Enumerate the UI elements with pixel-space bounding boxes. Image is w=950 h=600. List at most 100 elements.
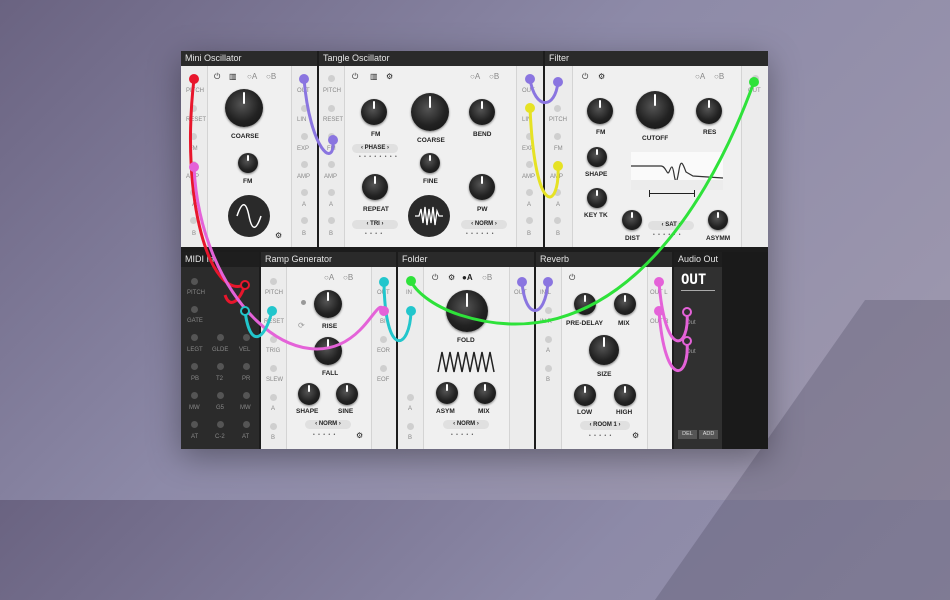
dist-knob[interactable]: [622, 210, 642, 230]
ab-a-selector[interactable]: ○A: [324, 273, 334, 282]
power-icon[interactable]: ⏻: [352, 72, 358, 82]
exp-jack[interactable]: [526, 133, 533, 140]
amp-jack[interactable]: [190, 161, 197, 168]
keyboard-icon[interactable]: ▥: [229, 72, 237, 81]
sat-selector[interactable]: ‹ SAT ›: [648, 221, 694, 230]
delete-button[interactable]: DEL: [678, 430, 697, 439]
eof-jack[interactable]: [380, 365, 387, 372]
fm-jack[interactable]: [190, 133, 197, 140]
b-jack[interactable]: [190, 217, 197, 224]
a-jack[interactable]: [328, 189, 335, 196]
pitch-out-jack[interactable]: [191, 278, 198, 285]
repeat-knob[interactable]: [362, 174, 388, 200]
mix-knob[interactable]: [474, 382, 496, 404]
a-jack[interactable]: [407, 394, 414, 401]
settings-gear-icon[interactable]: ⚙: [386, 72, 393, 81]
out-jack[interactable]: [518, 278, 525, 285]
bi-jack[interactable]: [380, 307, 387, 314]
in-jack[interactable]: [407, 278, 414, 285]
high-knob[interactable]: [614, 384, 636, 406]
b-jack[interactable]: [301, 217, 308, 224]
ab-a-selector[interactable]: ○A: [470, 72, 480, 81]
b-jack[interactable]: [328, 217, 335, 224]
b-jack[interactable]: [554, 217, 561, 224]
b-jack[interactable]: [526, 217, 533, 224]
rise-knob[interactable]: [314, 290, 342, 318]
c2-out-jack[interactable]: [217, 421, 224, 428]
a-jack[interactable]: [526, 189, 533, 196]
phase-selector[interactable]: ‹ PHASE ›: [352, 144, 398, 153]
lin-jack[interactable]: [301, 105, 308, 112]
a-jack[interactable]: [301, 189, 308, 196]
size-knob[interactable]: [589, 335, 619, 365]
add-button[interactable]: ADD: [699, 430, 718, 439]
cutoff-knob[interactable]: [636, 91, 674, 129]
pitch-jack[interactable]: [270, 278, 277, 285]
loop-icon[interactable]: ⟳: [298, 321, 305, 330]
fine-knob[interactable]: [420, 153, 440, 173]
reset-jack[interactable]: [190, 105, 197, 112]
settings-gear-icon[interactable]: ⚙: [356, 431, 363, 440]
pw-knob[interactable]: [469, 174, 495, 200]
mw2-out-jack[interactable]: [243, 392, 250, 399]
asym-knob[interactable]: [436, 382, 458, 404]
eor-jack[interactable]: [380, 336, 387, 343]
ab-b-selector[interactable]: ○B: [482, 273, 492, 282]
fm-knob[interactable]: [238, 153, 258, 173]
fm-jack[interactable]: [554, 133, 561, 140]
exp-jack[interactable]: [301, 133, 308, 140]
fold-knob[interactable]: [446, 290, 488, 332]
shape-knob[interactable]: [298, 383, 320, 405]
ab-b-selector[interactable]: ○B: [266, 72, 276, 81]
mode-selector[interactable]: ‹ NORM ›: [443, 420, 489, 429]
lin-jack[interactable]: [526, 105, 533, 112]
amp-jack[interactable]: [554, 161, 561, 168]
in-r-jack[interactable]: [545, 307, 552, 314]
ab-b-selector[interactable]: ○B: [343, 273, 353, 282]
reset-jack[interactable]: [328, 105, 335, 112]
power-icon[interactable]: ⏻: [582, 72, 588, 82]
out-left-jack[interactable]: [684, 309, 691, 316]
filter-range-left-handle[interactable]: [649, 190, 650, 197]
b-jack[interactable]: [270, 423, 277, 430]
out-r-jack[interactable]: [656, 307, 663, 314]
key-tk-knob[interactable]: [587, 188, 607, 208]
settings-gear-icon[interactable]: ⚙: [448, 273, 455, 282]
reset-jack[interactable]: [270, 307, 277, 314]
settings-gear-icon[interactable]: ⚙: [598, 72, 605, 81]
bend-knob[interactable]: [469, 99, 495, 125]
shape-knob[interactable]: [587, 147, 607, 167]
mode-selector[interactable]: ‹ NORM ›: [461, 220, 507, 229]
fm-knob[interactable]: [361, 99, 387, 125]
trig-jack[interactable]: [270, 336, 277, 343]
settings-gear-icon[interactable]: ⚙: [275, 231, 282, 240]
legato-out-jack[interactable]: [191, 334, 198, 341]
filter-range-bar[interactable]: [649, 193, 695, 194]
coarse-knob[interactable]: [411, 93, 449, 131]
gate-out-jack[interactable]: [191, 306, 198, 313]
mw-out-jack[interactable]: [191, 392, 198, 399]
power-icon[interactable]: ⏻: [569, 273, 575, 283]
out-right-jack[interactable]: [684, 338, 691, 345]
in-l-jack[interactable]: [545, 278, 552, 285]
keyboard-icon[interactable]: ▥: [370, 72, 378, 81]
amp-jack[interactable]: [328, 161, 335, 168]
pitch-jack[interactable]: [190, 75, 197, 82]
low-knob[interactable]: [574, 384, 596, 406]
asymm-knob[interactable]: [708, 210, 728, 230]
at2-out-jack[interactable]: [243, 421, 250, 428]
ab-a-selector[interactable]: ○A: [695, 72, 705, 81]
coarse-knob[interactable]: [225, 89, 263, 127]
amp-jack[interactable]: [301, 161, 308, 168]
fall-knob[interactable]: [314, 337, 342, 365]
fm-jack[interactable]: [328, 133, 335, 140]
a-jack[interactable]: [190, 189, 197, 196]
g5-out-jack[interactable]: [217, 392, 224, 399]
amp-jack[interactable]: [526, 161, 533, 168]
filter-range-right-handle[interactable]: [694, 190, 695, 197]
at-out-jack[interactable]: [191, 421, 198, 428]
ab-a-selector[interactable]: ●A: [462, 273, 473, 282]
t2-out-jack[interactable]: [217, 363, 224, 370]
settings-gear-icon[interactable]: ⚙: [632, 431, 639, 440]
velocity-out-jack[interactable]: [243, 334, 250, 341]
